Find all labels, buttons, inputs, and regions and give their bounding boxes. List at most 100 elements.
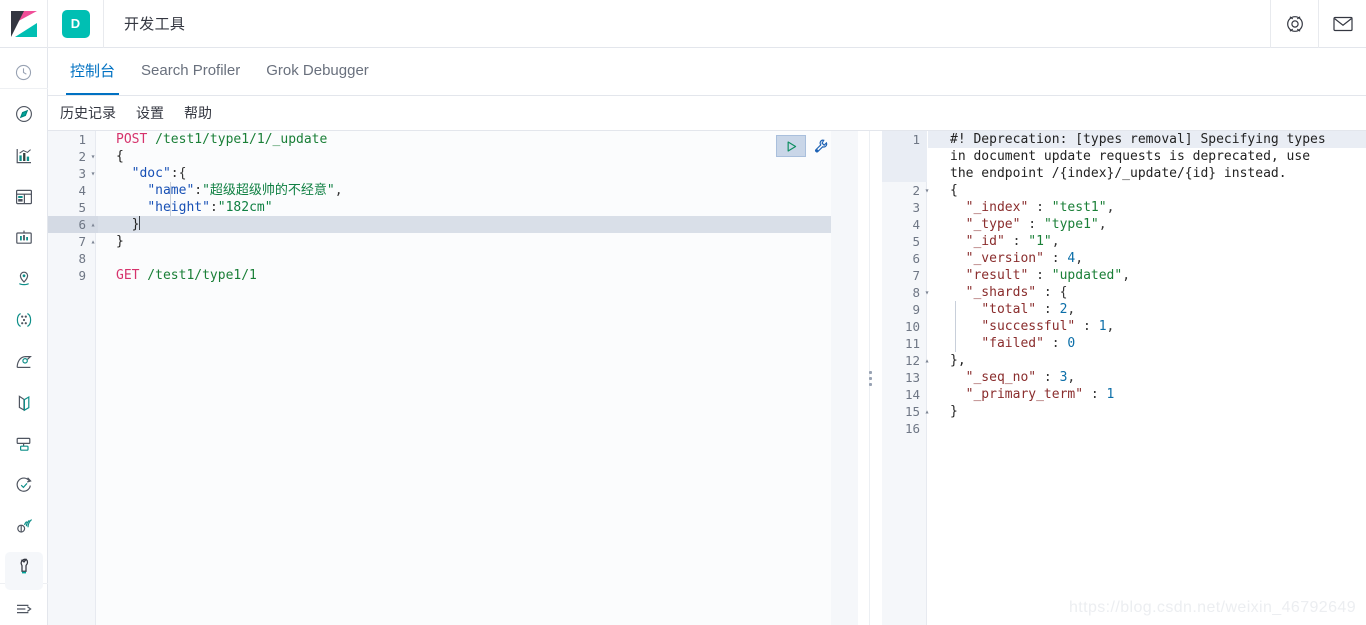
line-number: 4 <box>912 217 920 232</box>
menu-history[interactable]: 历史记录 <box>58 101 118 125</box>
fold-marker[interactable]: ▾ <box>922 284 932 301</box>
sidebar-item-apm[interactable] <box>0 346 48 378</box>
line-number: 13 <box>904 370 920 385</box>
siem-icon <box>16 519 32 533</box>
json-punct: , <box>334 183 343 198</box>
wrench-settings-icon <box>814 139 827 152</box>
json-punct: , <box>1051 234 1060 249</box>
sidebar-item-machine-learning[interactable] <box>0 304 48 336</box>
request-settings-button[interactable] <box>808 134 834 158</box>
line-number: 2 <box>78 149 86 164</box>
json-key: "failed" <box>981 336 1044 351</box>
json-key: "_index" <box>965 200 1029 215</box>
line-number: 6 <box>48 216 88 233</box>
kibana-logo[interactable] <box>0 0 48 48</box>
json-key: "_shards" <box>965 285 1037 300</box>
code-line: 2 ▾ { <box>882 182 1352 199</box>
json-value: "超级超级帅的不经意" <box>202 183 335 198</box>
sidebar-item-canvas[interactable] <box>0 222 48 254</box>
editor-action-buttons <box>776 134 834 158</box>
json-sep: : <box>1004 234 1029 249</box>
sidebar-item-recently-viewed[interactable] <box>0 57 48 90</box>
fold-marker[interactable]: ▾ <box>88 165 98 182</box>
console-panes: 1 POST /test1/type1/1/_update 2 ▾ { 3 ▾ … <box>48 130 1366 625</box>
sidebar-item-collapse-nav[interactable] <box>0 593 48 625</box>
machine-learning-icon <box>16 313 31 328</box>
json-value: "test1" <box>1051 200 1107 215</box>
line-number: 14 <box>904 387 920 402</box>
line-number: 10 <box>904 319 920 334</box>
fold-marker[interactable]: ▴ <box>922 352 932 369</box>
sidebar-item-siem[interactable] <box>0 510 48 542</box>
line-number: 11 <box>904 336 920 351</box>
json-punct: , <box>1122 268 1131 283</box>
tab-console[interactable]: 控制台 <box>66 48 120 95</box>
sidebar-item-uptime[interactable] <box>0 469 48 501</box>
line-number: 6 <box>912 251 920 266</box>
http-method: GET <box>116 268 140 283</box>
line-number: 9 <box>78 268 86 283</box>
tab-grok-debugger[interactable]: Grok Debugger <box>262 48 373 95</box>
request-editor[interactable]: 1 POST /test1/type1/1/_update 2 ▾ { 3 ▾ … <box>48 130 858 625</box>
tab-search-profiler[interactable]: Search Profiler <box>137 48 244 95</box>
console-panel: 历史记录 设置 帮助 1 POST /test1/type1/1/_update… <box>48 96 1366 625</box>
console-menu: 历史记录 设置 帮助 <box>48 96 1366 130</box>
compass-icon <box>15 106 32 123</box>
json-value: 1 <box>1098 319 1107 334</box>
code-line: 13 "_seq_no" : 3, <box>882 369 1352 386</box>
sidebar-item-infrastructure[interactable] <box>0 428 48 460</box>
line-number: 1 <box>912 132 920 147</box>
help-lifebuoy-icon[interactable] <box>1270 0 1318 48</box>
dev-tools-tabs: 控制台 Search Profiler Grok Debugger <box>48 48 1366 96</box>
sidebar-item-maps[interactable] <box>0 263 48 295</box>
uptime-icon <box>16 477 32 492</box>
request-url: /test1/type1/1 <box>139 268 257 283</box>
json-punct: : <box>209 200 218 215</box>
line-number: 5 <box>912 234 920 249</box>
json-punct: , <box>1106 200 1115 215</box>
space-selector[interactable]: D <box>48 0 104 48</box>
code-line: 5 "_id" : "1", <box>882 233 1352 250</box>
json-key: "doc" <box>131 166 171 181</box>
left-nav-rail <box>0 48 48 625</box>
response-deprecation-row: 1 #! Deprecation: [types removal] Specif… <box>882 131 1352 182</box>
json-key: "_id" <box>965 234 1005 249</box>
fold-marker[interactable]: ▾ <box>922 182 932 199</box>
mail-envelope-icon[interactable] <box>1318 0 1366 48</box>
fold-marker[interactable]: ▴ <box>922 403 932 420</box>
json-key: "successful" <box>981 319 1076 334</box>
http-method: POST <box>116 132 148 147</box>
json-punct: , <box>1098 217 1107 232</box>
menu-help[interactable]: 帮助 <box>182 101 214 125</box>
code-line: 12 ▴ }, <box>882 352 1352 369</box>
sidebar-item-dev-tools[interactable] <box>0 551 48 591</box>
sidebar-item-discover[interactable] <box>0 98 48 130</box>
response-code: 1 #! Deprecation: [types removal] Specif… <box>882 131 1352 437</box>
code-line: 9 GET /test1/type1/1 <box>48 267 831 284</box>
code-line: 7 ▴ } <box>48 233 831 250</box>
json-key: "height" <box>147 200 210 215</box>
fold-marker[interactable]: ▴ <box>88 216 98 233</box>
pane-splitter[interactable] <box>858 130 882 625</box>
json-punct: { <box>1059 285 1068 300</box>
apm-icon <box>16 355 32 368</box>
sidebar-item-visualize[interactable] <box>0 140 48 172</box>
fold-marker[interactable]: ▾ <box>88 148 98 165</box>
json-sep: : <box>1036 370 1060 385</box>
canvas-icon <box>15 230 32 244</box>
run-request-button[interactable] <box>776 135 806 157</box>
line-number: 9 <box>912 302 920 317</box>
json-key: "result" <box>965 268 1029 283</box>
code-line: 8 ▾ "_shards" : { <box>882 284 1352 301</box>
code-line: 4 "name":"超级超级帅的不经意", <box>48 182 831 199</box>
request-code[interactable]: 1 POST /test1/type1/1/_update 2 ▾ { 3 ▾ … <box>48 131 831 284</box>
kibana-dev-tools-window: D 开发工具 控制台 Search Profiler Grok Debugger… <box>0 0 1366 625</box>
text-cursor <box>139 216 141 230</box>
menu-settings[interactable]: 设置 <box>134 101 166 125</box>
sidebar-item-logs[interactable] <box>0 387 48 419</box>
json-value: 0 <box>1067 336 1076 351</box>
sidebar-item-dashboard[interactable] <box>0 181 48 213</box>
map-pin-icon <box>18 271 29 286</box>
response-editor[interactable]: 1 #! Deprecation: [types removal] Specif… <box>882 130 1366 625</box>
fold-marker[interactable]: ▴ <box>88 233 98 250</box>
